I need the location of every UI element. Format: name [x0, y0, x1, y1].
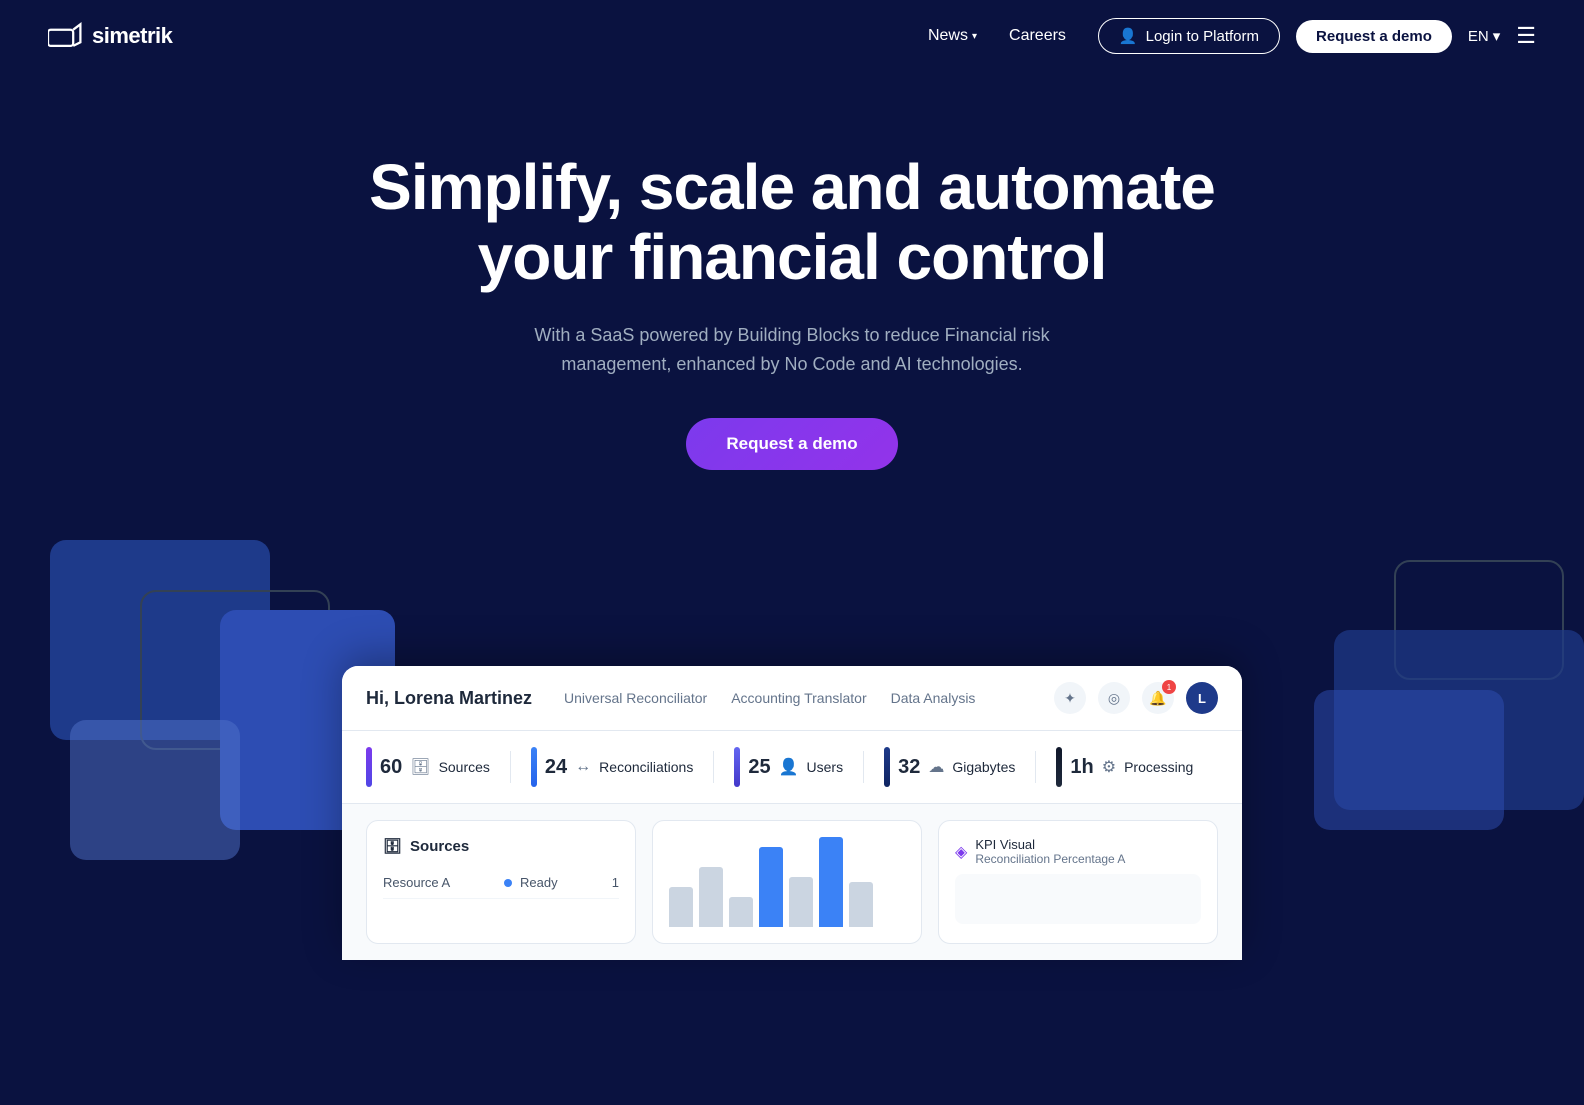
- login-button[interactable]: 👤 Login to Platform: [1098, 18, 1280, 54]
- nav-actions: 👤 Login to Platform Request a demo EN ▾ …: [1098, 18, 1536, 54]
- bell-icon[interactable]: 🔔 1: [1142, 682, 1174, 714]
- chevron-down-icon: ▾: [972, 31, 977, 42]
- users-icon: 👤: [779, 757, 799, 777]
- chevron-down-icon: ▾: [1493, 27, 1501, 45]
- chart-bar-3: [729, 897, 753, 927]
- hero-cta-button[interactable]: Request a demo: [686, 418, 897, 470]
- stat-separator: [510, 751, 511, 783]
- logo[interactable]: simetrik: [48, 22, 172, 50]
- stat-bar-reconciliations: [531, 747, 537, 787]
- reconciliations-icon: ↔: [575, 758, 591, 776]
- bar-gray-1: [669, 887, 693, 927]
- source-row: Resource A Ready 1: [383, 867, 619, 899]
- stat-bar-processing: [1056, 747, 1062, 787]
- kpi-row: ◈ KPI Visual Reconciliation Percentage A: [955, 837, 1201, 866]
- notification-badge: 1: [1162, 680, 1176, 694]
- dashboard-content: 🗄 Sources Resource A Ready 1: [342, 804, 1242, 960]
- stat-number-users: 25: [748, 756, 770, 779]
- brand-name: simetrik: [92, 23, 172, 49]
- bar-blue-2: [819, 837, 843, 927]
- stat-users: 25 👤 Users: [734, 747, 843, 787]
- kpi-text: KPI Visual Reconciliation Percentage A: [975, 837, 1125, 866]
- hero-title: Simplify, scale and automate your financ…: [362, 152, 1222, 293]
- user-icon: 👤: [1119, 27, 1138, 45]
- kpi-visual-placeholder: [955, 874, 1201, 924]
- stats-row: 60 🗄 Sources 24 ↔ Reconciliations 25 👤 U…: [342, 731, 1242, 804]
- stat-reconciliations: 24 ↔ Reconciliations: [531, 747, 693, 787]
- hero-section: Simplify, scale and automate your financ…: [0, 72, 1584, 510]
- gear-icon: ⚙: [1102, 757, 1116, 777]
- bar-gray-5: [849, 882, 873, 927]
- bar-blue-1: [759, 847, 783, 927]
- decor-block-7: [1314, 690, 1504, 830]
- sources-panel: 🗄 Sources Resource A Ready 1: [366, 820, 636, 944]
- stat-number-gigabytes: 32: [898, 756, 920, 779]
- stat-label-users: Users: [807, 759, 844, 775]
- avatar[interactable]: L: [1186, 682, 1218, 714]
- stat-separator-3: [863, 751, 864, 783]
- nav-careers[interactable]: Careers: [1009, 27, 1066, 45]
- stat-gigabytes: 32 ☁ Gigabytes: [884, 747, 1015, 787]
- stat-number-processing: 1h: [1070, 756, 1093, 779]
- dash-nav-universal[interactable]: Universal Reconciliator: [564, 690, 707, 706]
- decorative-area: Hi, Lorena Martinez Universal Reconcilia…: [0, 530, 1584, 950]
- decor-block-4: [70, 720, 240, 860]
- chart-bar-2: [699, 867, 723, 927]
- bar-gray-4: [789, 877, 813, 927]
- stat-separator-2: [713, 751, 714, 783]
- dashboard-nav: Universal Reconciliator Accounting Trans…: [564, 690, 1054, 706]
- stat-bar-gigabytes: [884, 747, 890, 787]
- source-status: Ready: [504, 875, 557, 890]
- target-icon[interactable]: ◎: [1098, 682, 1130, 714]
- language-selector[interactable]: EN ▾: [1468, 27, 1500, 45]
- chart-bar-1: [669, 887, 693, 927]
- bar-gray-3: [729, 897, 753, 927]
- sparkle-icon[interactable]: ✦: [1054, 682, 1086, 714]
- stat-bar-users: [734, 747, 740, 787]
- chart-bar-5: [789, 877, 813, 927]
- chart-bar-6: [819, 837, 843, 927]
- dashboard-header: Hi, Lorena Martinez Universal Reconcilia…: [342, 666, 1242, 731]
- dashboard-icons: ✦ ◎ 🔔 1 L: [1054, 682, 1218, 714]
- hamburger-menu[interactable]: ☰: [1516, 23, 1536, 49]
- source-count: 1: [612, 875, 619, 890]
- dash-nav-accounting[interactable]: Accounting Translator: [731, 690, 866, 706]
- navbar: simetrik News ▾ Careers 👤 Login to Platf…: [0, 0, 1584, 72]
- dashboard-card: Hi, Lorena Martinez Universal Reconcilia…: [342, 666, 1242, 960]
- sources-panel-title: 🗄 Sources: [383, 837, 619, 855]
- stat-sources: 60 🗄 Sources: [366, 747, 490, 787]
- kpi-icon: ◈: [955, 842, 967, 862]
- stat-number-sources: 60: [380, 756, 402, 779]
- kpi-label: KPI Visual: [975, 837, 1125, 852]
- stat-label-gigabytes: Gigabytes: [952, 759, 1015, 775]
- stat-processing: 1h ⚙ Processing: [1056, 747, 1193, 787]
- request-demo-button[interactable]: Request a demo: [1296, 20, 1452, 53]
- database-icon: 🗄: [383, 837, 402, 855]
- cloud-icon: ☁: [928, 757, 944, 777]
- nav-links: News ▾ Careers: [928, 27, 1066, 45]
- hero-subtitle: With a SaaS powered by Building Blocks t…: [532, 321, 1052, 379]
- chart-bar-7: [849, 882, 873, 927]
- chart-panel: [652, 820, 922, 944]
- stat-label-reconciliations: Reconciliations: [599, 759, 693, 775]
- dash-nav-data[interactable]: Data Analysis: [891, 690, 976, 706]
- stat-bar-sources: [366, 747, 372, 787]
- source-name: Resource A: [383, 875, 450, 890]
- stat-separator-4: [1035, 751, 1036, 783]
- kpi-panel: ◈ KPI Visual Reconciliation Percentage A: [938, 820, 1218, 944]
- stat-label-sources: Sources: [439, 759, 490, 775]
- stat-label-processing: Processing: [1124, 759, 1193, 775]
- bar-gray-2: [699, 867, 723, 927]
- stat-number-reconciliations: 24: [545, 756, 567, 779]
- dashboard-greeting: Hi, Lorena Martinez: [366, 688, 532, 709]
- chart-bar-4: [759, 847, 783, 927]
- kpi-sublabel: Reconciliation Percentage A: [975, 852, 1125, 866]
- nav-news[interactable]: News ▾: [928, 27, 977, 45]
- status-indicator: [504, 879, 512, 887]
- sources-icon: 🗄: [410, 757, 430, 777]
